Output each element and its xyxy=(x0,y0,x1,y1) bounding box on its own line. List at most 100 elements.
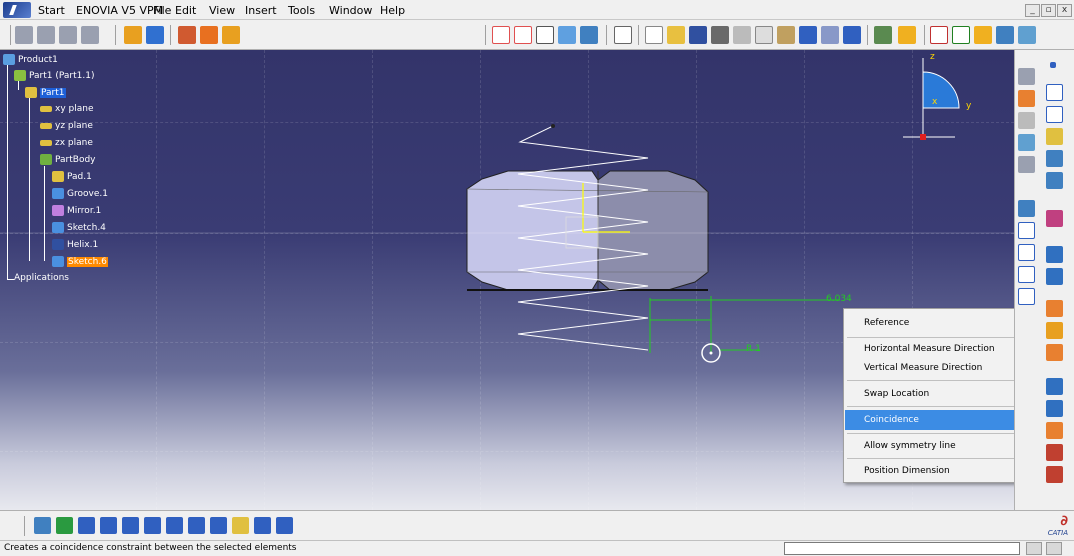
tree-item-part-instance[interactable]: Part1 (Part1.1) xyxy=(14,70,94,81)
tree-item-groove[interactable]: Groove.1 xyxy=(52,188,108,199)
menu-edit[interactable]: Edit xyxy=(175,4,196,17)
sketcher-tool-icon[interactable] xyxy=(1018,68,1035,85)
close-button[interactable]: x xyxy=(1057,4,1072,17)
shaft-icon[interactable] xyxy=(1046,210,1063,227)
spline-icon[interactable] xyxy=(1018,26,1036,44)
tree-item-sketch4[interactable]: Sketch.4 xyxy=(52,222,106,233)
menu-enovia[interactable]: ENOVIA V5 VPM xyxy=(76,4,163,17)
tree-item-helix[interactable]: Helix.1 xyxy=(52,239,98,250)
swap-space-icon[interactable] xyxy=(276,517,293,534)
thread-icon[interactable] xyxy=(1046,344,1063,361)
cut-icon[interactable] xyxy=(733,26,751,44)
open-folder-icon[interactable] xyxy=(667,26,685,44)
ctx-position-dimension[interactable]: Position Dimension xyxy=(845,461,1014,481)
copy-icon[interactable] xyxy=(755,26,773,44)
pad-icon[interactable] xyxy=(1046,150,1063,167)
whats-this-icon[interactable] xyxy=(843,26,861,44)
project-icon[interactable] xyxy=(580,26,598,44)
redo-icon[interactable] xyxy=(821,26,839,44)
menu-tools[interactable]: Tools xyxy=(288,4,315,17)
dimensional-constraint-icon[interactable] xyxy=(222,26,240,44)
fly-mode-icon[interactable] xyxy=(34,517,51,534)
shell-icon[interactable] xyxy=(1046,322,1063,339)
command-input[interactable] xyxy=(784,542,1020,555)
ctx-allow-symmetry[interactable]: Allow symmetry line xyxy=(845,436,1014,456)
menu-start[interactable]: Start xyxy=(38,4,65,17)
enter-command-icon[interactable] xyxy=(1046,542,1062,555)
menu-window[interactable]: Window xyxy=(329,4,372,17)
ctx-swap-location[interactable]: Swap Location xyxy=(845,384,1014,404)
rib-icon[interactable] xyxy=(1046,246,1063,263)
sketch-tool-icon[interactable] xyxy=(37,26,55,44)
pan-icon[interactable] xyxy=(78,517,95,534)
select-arrow-icon[interactable] xyxy=(614,26,632,44)
profile-icon[interactable] xyxy=(1018,200,1035,217)
tree-item-mirror[interactable]: Mirror.1 xyxy=(52,205,101,216)
arc-icon[interactable] xyxy=(514,26,532,44)
grid-icon[interactable] xyxy=(124,26,142,44)
analysis-icon[interactable] xyxy=(1018,134,1035,151)
paste-icon[interactable] xyxy=(777,26,795,44)
ctx-horizontal-measure[interactable]: Horizontal Measure Direction xyxy=(845,339,1014,359)
restore-button[interactable]: ▫ xyxy=(1041,4,1056,17)
tree-item-xy-plane[interactable]: xy plane xyxy=(40,104,93,114)
arc-icon[interactable] xyxy=(1046,106,1063,123)
pocket-icon[interactable] xyxy=(1046,172,1063,189)
new-file-icon[interactable] xyxy=(645,26,663,44)
radius-label[interactable]: R 1 xyxy=(746,344,761,354)
ellipse-icon[interactable] xyxy=(1018,288,1035,305)
hexagon-icon[interactable] xyxy=(1018,222,1035,239)
construction-icon[interactable] xyxy=(178,26,196,44)
transform-icon[interactable] xyxy=(1046,378,1063,395)
isometric-view-icon[interactable] xyxy=(210,517,227,534)
menu-help[interactable]: Help xyxy=(380,4,405,17)
table-icon[interactable] xyxy=(1018,156,1035,173)
3d-viewport[interactable]: 6.034 R 1 z y x Product1 Part1 (Part1.1)… xyxy=(0,50,1014,510)
ctx-reference[interactable]: Reference xyxy=(845,313,1014,333)
pattern-icon[interactable] xyxy=(1046,422,1063,439)
hide-show-icon[interactable] xyxy=(254,517,271,534)
tools-icon[interactable] xyxy=(874,26,892,44)
geometric-constraint-icon[interactable] xyxy=(200,26,218,44)
measure-icon[interactable] xyxy=(1046,466,1063,483)
tree-item-product[interactable]: Product1 xyxy=(3,54,58,65)
sketch-tool-icon[interactable] xyxy=(81,26,99,44)
save-icon[interactable] xyxy=(689,26,707,44)
tree-item-yz-plane[interactable]: yz plane xyxy=(40,121,93,131)
spline-icon[interactable] xyxy=(1018,266,1035,283)
tree-item-partbody[interactable]: PartBody xyxy=(40,154,96,165)
axis-icon[interactable] xyxy=(952,26,970,44)
slot-icon[interactable] xyxy=(1046,268,1063,285)
tree-item-part[interactable]: Part1 xyxy=(25,87,66,98)
mirror-feature-icon[interactable] xyxy=(1046,400,1063,417)
zoom-in-icon[interactable] xyxy=(122,517,139,534)
minimize-button[interactable]: _ xyxy=(1025,4,1040,17)
circle-icon[interactable] xyxy=(1018,244,1035,261)
tree-item-pad[interactable]: Pad.1 xyxy=(52,171,92,182)
sketch-tool-icon[interactable] xyxy=(15,26,33,44)
menu-insert[interactable]: Insert xyxy=(245,4,277,17)
profile-icon[interactable] xyxy=(996,26,1014,44)
fit-all-icon[interactable] xyxy=(56,517,73,534)
tree-item-sketch6[interactable]: Sketch.6 xyxy=(52,256,108,267)
shading-icon[interactable] xyxy=(232,517,249,534)
stop-command-icon[interactable] xyxy=(1026,542,1042,555)
arc-icon[interactable] xyxy=(1046,84,1063,101)
line-icon[interactable] xyxy=(930,26,948,44)
constraint-icon[interactable] xyxy=(1018,112,1035,129)
zoom-out-icon[interactable] xyxy=(144,517,161,534)
ctx-coincidence[interactable]: Coincidence xyxy=(845,410,1014,430)
ctx-vertical-measure[interactable]: Vertical Measure Direction xyxy=(845,358,1014,378)
operation-icon[interactable] xyxy=(1018,90,1035,107)
point-icon[interactable] xyxy=(1050,62,1056,68)
multi-view-icon[interactable] xyxy=(188,517,205,534)
mirror-icon[interactable] xyxy=(558,26,576,44)
point-icon[interactable] xyxy=(974,26,992,44)
normal-view-icon[interactable] xyxy=(166,517,183,534)
catia-start-icon[interactable] xyxy=(3,2,31,18)
draft-icon[interactable] xyxy=(1046,300,1063,317)
menu-view[interactable]: View xyxy=(209,4,235,17)
snap-grid-icon[interactable] xyxy=(146,26,164,44)
tree-item-zx-plane[interactable]: zx plane xyxy=(40,138,93,148)
rotate-icon[interactable] xyxy=(100,517,117,534)
